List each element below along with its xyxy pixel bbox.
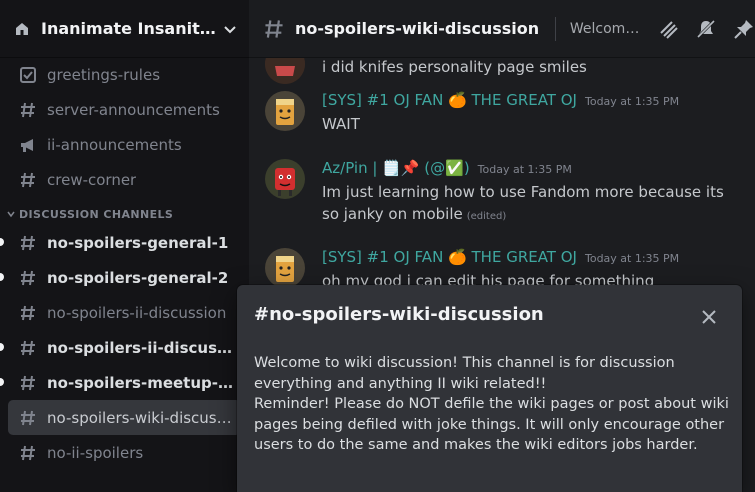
channel-label: greetings-rules: [47, 66, 161, 84]
chevron-down-icon: [6, 209, 16, 219]
channel-label: crew-corner: [47, 170, 137, 189]
channel-topic-modal: #no-spoilers-wiki-discussion Welcome to …: [237, 285, 742, 492]
channel-header: no-spoilers-wiki-discussion Welcome to w…: [249, 0, 755, 58]
server-header[interactable]: Inanimate Insanity Di...: [0, 0, 249, 58]
channel-no-spoilers-general-2[interactable]: no-spoilers-general-2: [0, 260, 241, 295]
close-icon[interactable]: [698, 306, 720, 328]
unread-indicator: [0, 378, 4, 386]
megaphone-icon: [18, 135, 38, 155]
message: [SYS] #1 OJ FAN 🍊 THE GREAT OJ Today at …: [265, 91, 745, 135]
pin-icon[interactable]: [733, 17, 755, 41]
avatar[interactable]: [265, 91, 305, 131]
edited-label: (edited): [466, 211, 507, 222]
unread-indicator: [0, 238, 4, 246]
channel-no-spoilers-wiki-discussion[interactable]: no-spoilers-wiki-discuss...: [8, 400, 241, 435]
category-discussion-channels[interactable]: DISCUSSION CHANNELS: [0, 197, 249, 225]
channel-crew-corner[interactable]: crew-corner: [8, 162, 241, 197]
hash-icon: [18, 100, 38, 120]
avatar[interactable]: [265, 248, 305, 288]
topic-line-1: Welcome to wiki discussion! This channel…: [254, 355, 675, 392]
category-label: DISCUSSION CHANNELS: [19, 207, 174, 221]
channel-label: server-announcements: [47, 100, 220, 119]
message-text-content: Im just learning how to use Fandom more …: [322, 183, 724, 223]
channel-server-announcements[interactable]: server-announcements: [8, 92, 241, 127]
message-timestamp: Today at 1:35 PM: [477, 163, 572, 176]
channel-label: no-spoilers-wiki-discuss...: [47, 408, 235, 427]
hash-icon: [18, 233, 38, 253]
hash-icon: [263, 17, 285, 41]
channel-topic[interactable]: Welcome to wi...: [570, 21, 647, 37]
hash-icon: [18, 268, 38, 288]
message-timestamp: Today at 1:35 PM: [584, 252, 680, 265]
rules-icon: [18, 65, 38, 85]
message-text: WAIT: [322, 115, 360, 133]
channel-label: no-spoilers-meetup-dis...: [47, 373, 235, 392]
modal-body: Welcome to wiki discussion! This channel…: [254, 353, 732, 456]
message-text: Im just learning how to use Fandom more …: [322, 181, 745, 228]
hash-icon: [18, 338, 38, 358]
header-divider: [555, 16, 556, 41]
message-author[interactable]: [SYS] #1 OJ FAN 🍊 THE GREAT OJ: [322, 248, 577, 266]
hash-icon: [18, 373, 38, 393]
channel-label: no-spoilers-general-1: [47, 233, 229, 252]
server-name: Inanimate Insanity Di...: [41, 19, 217, 38]
channel-title: no-spoilers-wiki-discussion: [295, 19, 540, 38]
topic-line-2: Reminder! Please do NOT defile the wiki …: [254, 396, 729, 453]
avatar: [265, 58, 305, 84]
channel-no-spoilers-ii-discussion[interactable]: no-spoilers-ii-discussion: [8, 295, 241, 330]
unread-indicator: [0, 273, 4, 281]
channel-sidebar: Inanimate Insanity Di... greetings-rules…: [0, 0, 249, 492]
channel-no-spoilers-ii-discussion-2[interactable]: no-spoilers-ii-discussion...: [0, 330, 241, 365]
channel-no-spoilers-general-1[interactable]: no-spoilers-general-1: [0, 225, 241, 260]
server-home-icon: [12, 19, 32, 39]
unread-indicator: [0, 343, 4, 351]
channel-label: no-spoilers-ii-discussion...: [47, 338, 235, 357]
message-timestamp: Today at 1:35 PM: [584, 95, 680, 108]
channel-no-spoilers-meetup-discussion[interactable]: no-spoilers-meetup-dis...: [0, 365, 241, 400]
threads-icon[interactable]: [657, 17, 679, 41]
message-author[interactable]: [SYS] #1 OJ FAN 🍊 THE GREAT OJ: [322, 91, 577, 109]
channel-greetings-rules[interactable]: greetings-rules: [8, 58, 241, 92]
hash-icon: [18, 443, 38, 463]
message-author[interactable]: Az/Pin | 🗒️📌 (@✅): [322, 159, 470, 177]
hash-icon: [18, 408, 38, 428]
channel-label: ii-announcements: [47, 135, 182, 154]
message: Az/Pin | 🗒️📌 (@✅) Today at 1:35 PM Im ju…: [265, 159, 745, 228]
message: i did knifes personality page smiles: [265, 58, 745, 84]
chevron-down-icon[interactable]: [221, 20, 239, 38]
notifications-muted-icon[interactable]: [695, 17, 717, 41]
avatar[interactable]: [265, 159, 305, 199]
modal-title: #no-spoilers-wiki-discussion: [254, 304, 544, 325]
channel-no-ii-spoilers[interactable]: no-ii-spoilers: [8, 435, 241, 470]
channel-label: no-spoilers-ii-discussion: [47, 303, 227, 322]
channel-list: greetings-rules server-announcements ii-…: [0, 58, 249, 470]
message-text: i did knifes personality page smiles: [322, 58, 587, 76]
channel-label: no-spoilers-general-2: [47, 268, 229, 287]
channel-label: no-ii-spoilers: [47, 443, 144, 462]
hash-icon: [18, 170, 38, 190]
channel-ii-announcements[interactable]: ii-announcements: [8, 127, 241, 162]
hash-icon: [18, 303, 38, 323]
